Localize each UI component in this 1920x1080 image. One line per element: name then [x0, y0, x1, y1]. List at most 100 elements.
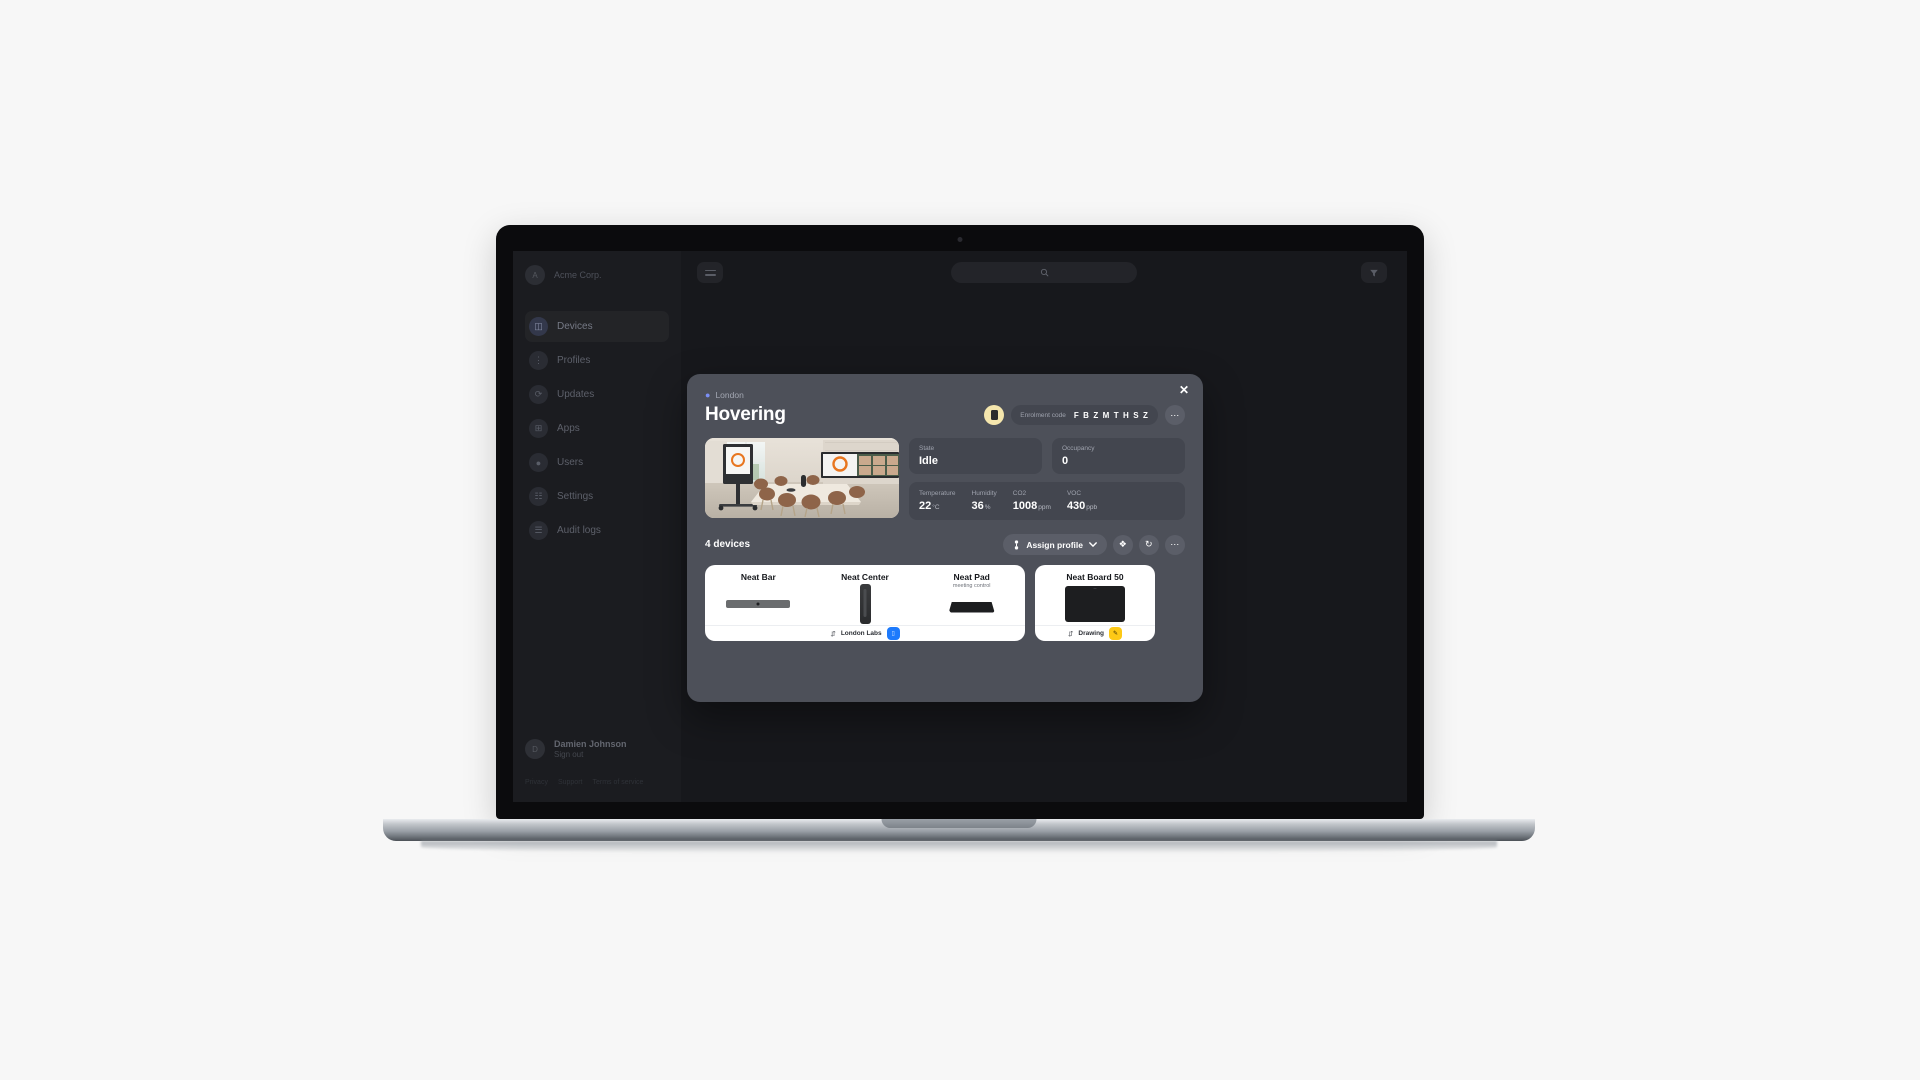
sidebar-item-label: Users	[557, 457, 584, 468]
device-card-footer: ⇵ London Labs ▯	[705, 625, 1025, 641]
sidebar-item-label: Settings	[557, 491, 594, 502]
room-metrics: State Idle Occupancy 0 Temperature 22°C …	[909, 438, 1185, 520]
restart-icon[interactable]: ↻	[1139, 534, 1159, 555]
privacy-link[interactable]: Privacy	[525, 779, 548, 786]
sensor-readings-card: Temperature 22°C Humidity 36% CO2 1008pp…	[909, 482, 1185, 520]
sidebar-item-apps[interactable]: ⊞ Apps	[525, 413, 669, 444]
sidebar-item-updates[interactable]: ⟳ Updates	[525, 379, 669, 410]
profile-icon	[1015, 539, 1019, 549]
more-horizontal-icon[interactable]: ⋯	[1165, 534, 1185, 555]
sensor-number: 22	[919, 500, 932, 512]
state-card: State Idle	[909, 438, 1042, 474]
header-actions: Enrolment code F B Z M T H S Z ⋯	[984, 405, 1185, 425]
sidebar-item-label: Updates	[557, 389, 595, 400]
sensor-number: 36	[971, 500, 984, 512]
neat-board-art	[1035, 582, 1155, 625]
neat-center-art	[812, 582, 919, 625]
sidebar-item-settings[interactable]: ☷ Settings	[525, 481, 669, 512]
sensor-unit: ppm	[1038, 504, 1051, 511]
device-name: Neat Bar	[740, 572, 776, 582]
more-horizontal-icon[interactable]: ⋯	[1165, 405, 1185, 425]
sidebar-legal-links: Privacy Support Terms of service	[525, 779, 643, 786]
laptop-screen: A Acme Corp. ◫ Devices ⋮ Profiles ⟳ Upda…	[513, 251, 1407, 802]
device-card-items: Neat Bar Neat Center Neat Pad meeting co	[705, 565, 1025, 625]
sensor-value: 36%	[972, 500, 997, 512]
sensor-label: VOC	[1066, 490, 1082, 497]
support-link[interactable]: Support	[558, 779, 583, 786]
modal-header: Hovering Enrolment code F B Z M T H S Z …	[705, 404, 1185, 426]
avatar: D	[525, 739, 545, 760]
profile-icon: ⇵	[1067, 630, 1074, 638]
state-label: State	[919, 445, 935, 452]
search-icon	[1040, 268, 1048, 277]
apps-icon: ⊞	[529, 419, 548, 438]
room-detail-modal: ✕ ● London Hovering Enrolment code F B Z…	[687, 374, 1203, 702]
meeting-room-photo	[705, 438, 899, 518]
sidebar-item-label: Apps	[557, 423, 580, 434]
assign-profile-button[interactable]: Assign profile	[1003, 534, 1107, 555]
laptop-base	[383, 819, 1535, 841]
assign-profile-label: Assign profile	[1026, 539, 1083, 550]
device-name: Neat Board 50	[1066, 572, 1124, 582]
update-icon[interactable]: ❖	[1113, 534, 1133, 555]
laptop-camera	[957, 237, 963, 242]
device-card-footer: ⇵ Drawing ✎	[1035, 625, 1155, 641]
user-menu[interactable]: D Damien Johnson Sign out	[525, 739, 669, 760]
occupancy-label: Occupancy	[1062, 445, 1095, 452]
sidebar-item-label: Profiles	[557, 355, 591, 366]
search-input[interactable]	[951, 262, 1137, 283]
devices-actions: Assign profile ❖ ↻ ⋯	[1003, 534, 1185, 555]
neat-pad-art	[918, 589, 1025, 625]
user-name: Damien Johnson	[554, 738, 627, 749]
sensor-temperature: Temperature 22°C	[919, 490, 956, 512]
chevron-down-icon	[1089, 542, 1097, 547]
devices-icon: ◫	[529, 317, 548, 336]
org-avatar: A	[525, 265, 545, 285]
devices-section-header: 4 devices Assign profile ❖ ↻ ⋯	[705, 534, 1185, 555]
sensor-humidity: Humidity 36%	[972, 490, 997, 512]
neat-bar-art	[705, 582, 812, 625]
sensor-value: 430ppb	[1067, 500, 1097, 512]
sidebar-item-profiles[interactable]: ⋮ Profiles	[525, 345, 669, 376]
users-icon: ●	[529, 453, 548, 472]
sidebar-item-devices[interactable]: ◫ Devices	[525, 311, 669, 342]
org-switcher[interactable]: A Acme Corp.	[525, 265, 669, 285]
sidebar-item-audit-logs[interactable]: ☰ Audit logs	[525, 515, 669, 546]
sensor-number: 1008	[1012, 500, 1038, 512]
device-card[interactable]: Neat Board 50 ⇵ Drawing ✎	[1035, 565, 1155, 641]
app-window: A Acme Corp. ◫ Devices ⋮ Profiles ⟳ Upda…	[513, 251, 1407, 802]
device-profile-label: Drawing	[1078, 630, 1105, 637]
filter-icon[interactable]	[1361, 262, 1387, 283]
settings-icon: ☷	[529, 487, 548, 506]
device-item-neat-pad: Neat Pad meeting control	[918, 565, 1025, 625]
sensor-unit: °C	[932, 504, 940, 511]
terms-link[interactable]: Terms of service	[592, 779, 643, 786]
sign-out-link[interactable]: Sign out	[554, 750, 627, 760]
state-value: Idle	[919, 455, 938, 467]
enrollment-code-chip[interactable]: Enrolment code F B Z M T H S Z	[1011, 405, 1158, 425]
breadcrumb[interactable]: ● London	[705, 390, 1185, 400]
profile-icon: ⇵	[830, 630, 836, 638]
laptop-notch	[881, 819, 1037, 828]
sensor-co2: CO2 1008ppm	[1013, 490, 1051, 512]
device-card[interactable]: Neat Bar Neat Center Neat Pad meeting co	[705, 565, 1025, 641]
sidebar-item-users[interactable]: ● Users	[525, 447, 669, 478]
device-item-neat-bar: Neat Bar	[705, 565, 812, 625]
sensor-value: 22°C	[919, 500, 956, 512]
device-card-items: Neat Board 50	[1035, 565, 1155, 625]
close-icon[interactable]: ✕	[1176, 382, 1192, 398]
sensor-voc: VOC 430ppb	[1067, 490, 1097, 512]
device-name: Neat Pad	[953, 572, 990, 582]
sidebar: A Acme Corp. ◫ Devices ⋮ Profiles ⟳ Upda…	[513, 251, 681, 802]
sidebar-footer: D Damien Johnson Sign out	[525, 739, 669, 760]
laptop-lid: A Acme Corp. ◫ Devices ⋮ Profiles ⟳ Upda…	[496, 225, 1424, 819]
device-item-neat-center: Neat Center	[812, 565, 919, 625]
sidebar-item-label: Audit logs	[557, 525, 601, 536]
state-occupancy-row: State Idle Occupancy 0	[909, 438, 1185, 474]
sensor-label: Temperature	[919, 490, 956, 497]
device-icon[interactable]	[984, 405, 1005, 425]
org-name: Acme Corp.	[554, 270, 602, 280]
hamburger-menu-icon[interactable]	[697, 262, 723, 283]
whiteboard-badge: ✎	[1109, 627, 1123, 640]
topbar	[681, 251, 1407, 295]
